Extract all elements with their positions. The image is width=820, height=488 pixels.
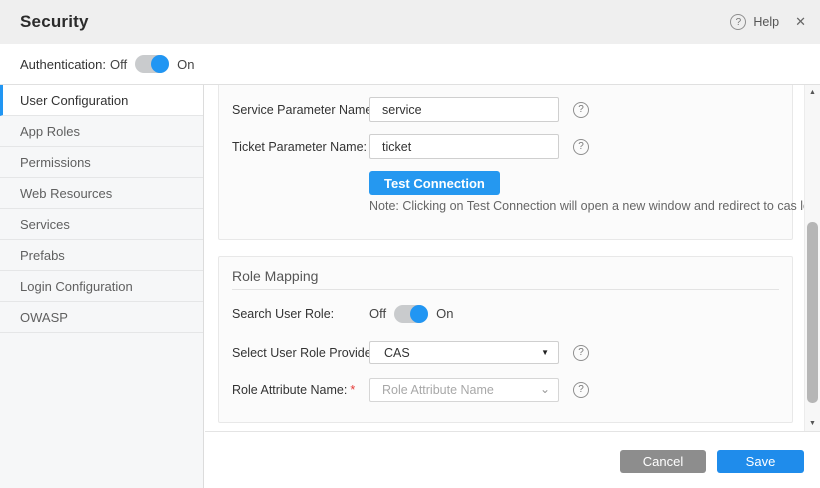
search-user-role-switch-group: Off On [369, 305, 453, 323]
header-actions: ? Help ✕ [730, 14, 806, 30]
scrollbar-thumb[interactable] [807, 222, 818, 403]
sidebar-item-permissions[interactable]: Permissions [0, 147, 203, 178]
authentication-switch-group: Off On [110, 55, 194, 73]
role-attribute-row: Role Attribute Name:* ⌄ ? [232, 377, 779, 402]
authentication-on-label: On [177, 57, 194, 72]
search-user-role-off-label: Off [369, 306, 386, 321]
sidebar-item-app-roles[interactable]: App Roles [0, 116, 203, 147]
sidebar-item-services[interactable]: Services [0, 209, 203, 240]
dialog-footer: Cancel Save [205, 431, 820, 488]
ticket-parameter-input[interactable] [369, 134, 559, 159]
authentication-toggle[interactable] [135, 55, 169, 73]
dialog-header: Security ? Help ✕ [0, 0, 820, 44]
toggle-knob [410, 305, 428, 323]
search-user-role-row: Search User Role: Off On [232, 301, 779, 326]
help-icon[interactable]: ? [573, 139, 589, 155]
user-configuration-content: Service Parameter Name:* ? Ticket Parame… [205, 85, 820, 488]
help-icon[interactable]: ? [573, 345, 589, 361]
cancel-button[interactable]: Cancel [620, 450, 706, 473]
vertical-scrollbar[interactable]: ▲ ▼ [804, 85, 820, 431]
help-icon[interactable]: ? [573, 382, 589, 398]
scroll-down-icon[interactable]: ▼ [805, 420, 820, 427]
scroll-up-icon[interactable]: ▲ [805, 89, 820, 96]
role-mapping-panel: Role Mapping Search User Role: Off On Se… [218, 256, 793, 423]
test-connection-note: Note: Clicking on Test Connection will o… [369, 199, 820, 213]
required-mark: * [350, 383, 355, 397]
cas-parameters-panel: Service Parameter Name:* ? Ticket Parame… [218, 85, 793, 240]
service-parameter-row: Service Parameter Name:* ? [232, 97, 779, 122]
help-icon[interactable]: ? [573, 102, 589, 118]
user-role-provider-label: Select User Role Provider: [232, 346, 369, 360]
sidebar-item-owasp[interactable]: OWASP [0, 302, 203, 333]
role-attribute-input[interactable] [369, 378, 559, 402]
page-title: Security [20, 12, 89, 32]
help-link[interactable]: Help [753, 15, 779, 29]
authentication-off-label: Off [110, 57, 127, 72]
sidebar-item-login-configuration[interactable]: Login Configuration [0, 271, 203, 302]
help-icon[interactable]: ? [730, 14, 746, 30]
save-button[interactable]: Save [717, 450, 804, 473]
user-role-provider-value: CAS [384, 346, 410, 360]
ticket-parameter-label: Ticket Parameter Name:* [232, 140, 369, 154]
sidebar-item-prefabs[interactable]: Prefabs [0, 240, 203, 271]
sidebar-item-web-resources[interactable]: Web Resources [0, 178, 203, 209]
role-mapping-title: Role Mapping [232, 268, 318, 284]
service-parameter-label: Service Parameter Name:* [232, 103, 369, 117]
search-user-role-on-label: On [436, 306, 453, 321]
role-mapping-divider [232, 289, 779, 290]
service-parameter-input[interactable] [369, 97, 559, 122]
search-user-role-label: Search User Role: [232, 307, 369, 321]
chevron-down-icon: ▼ [541, 348, 549, 357]
close-icon[interactable]: ✕ [795, 14, 806, 30]
search-user-role-toggle[interactable] [394, 305, 428, 323]
authentication-row: Authentication: Off On [0, 44, 820, 85]
ticket-parameter-row: Ticket Parameter Name:* ? [232, 134, 779, 159]
user-role-provider-row: Select User Role Provider: CAS ▼ ? [232, 340, 779, 365]
role-attribute-label: Role Attribute Name:* [232, 383, 369, 397]
security-sidebar: User Configuration App Roles Permissions… [0, 85, 204, 488]
user-role-provider-select[interactable]: CAS ▼ [369, 341, 559, 364]
role-attribute-combobox: ⌄ [369, 378, 559, 402]
toggle-knob [151, 55, 169, 73]
test-connection-button[interactable]: Test Connection [369, 171, 500, 195]
sidebar-item-user-configuration[interactable]: User Configuration [0, 85, 203, 116]
authentication-label: Authentication: [20, 57, 110, 72]
